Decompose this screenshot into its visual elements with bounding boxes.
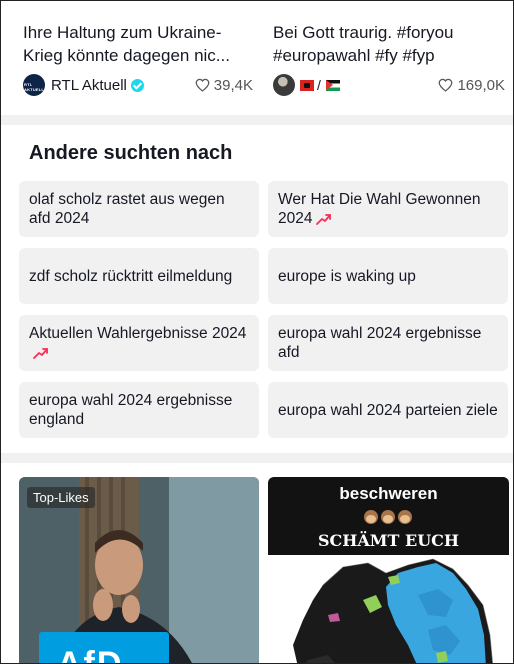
afd-sign-text: AfD	[57, 645, 124, 664]
video-thumbnail[interactable]: beschweren SCHÄMT EUCH	[268, 477, 509, 663]
suggestion-text: europe is waking up	[278, 267, 416, 285]
video-meta: RTL AKTUELL RTL Aktuell 39,4K	[23, 73, 263, 97]
overlay-text-line: SCHÄMT EUCH	[317, 531, 459, 550]
germany-map-image	[293, 558, 493, 663]
search-suggestion[interactable]: Wer Hat Die Wahl Gewonnen 2024	[268, 181, 508, 237]
search-suggestion[interactable]: olaf scholz rastet aus wegen afd 2024	[19, 181, 259, 237]
search-results-panel: Ihre Haltung zum Ukraine-Krieg könnte da…	[0, 0, 514, 664]
author-name[interactable]: RTL Aktuell	[51, 77, 127, 94]
section-divider	[1, 453, 513, 463]
video-meta: / 169,0K	[273, 73, 513, 97]
like-count-text: 39,4K	[213, 76, 253, 94]
search-suggestion[interactable]: europa wahl 2024 ergebnisse afd	[268, 315, 508, 371]
author-separator: /	[317, 77, 321, 93]
avatar[interactable]: RTL AKTUELL	[23, 74, 45, 96]
verified-badge-icon	[130, 78, 144, 92]
suggestion-content: Aktuellen Wahlergebnisse 2024	[29, 324, 249, 362]
search-suggestion[interactable]: europe is waking up	[268, 248, 508, 304]
like-count: 39,4K	[195, 77, 253, 94]
albania-flag-icon	[300, 79, 314, 91]
like-count-text: 169,0K	[457, 76, 505, 94]
top-likes-badge: Top-Likes	[27, 487, 95, 508]
heart-outline-icon	[439, 78, 453, 92]
monkey-emoji-icon	[364, 510, 412, 524]
suggestion-text: europa wahl 2024 parteien ziele	[278, 401, 498, 419]
trending-arrow-icon	[316, 214, 332, 225]
suggestion-text: Wer Hat Die Wahl Gewonnen 2024	[278, 191, 481, 227]
suggestion-text: olaf scholz rastet aus wegen afd 2024	[29, 191, 225, 227]
suggestion-text: europa wahl 2024 ergebnisse afd	[278, 325, 482, 361]
video-caption: Ihre Haltung zum Ukraine-Krieg könnte da…	[23, 23, 230, 65]
video-caption: Bei Gott traurig. #foryou #europawahl #f…	[273, 23, 454, 65]
video-thumbnail[interactable]: Top-Likes AfD	[19, 477, 259, 664]
suggestion-text: Aktuellen Wahlergebnisse 2024	[29, 325, 247, 342]
search-suggestion[interactable]: zdf scholz rücktritt eilmeldung	[19, 248, 259, 304]
suggestion-text: europa wahl 2024 ergebnisse england	[29, 392, 233, 428]
avatar[interactable]	[273, 74, 295, 96]
trending-arrow-icon	[33, 348, 48, 359]
video-card-rtl[interactable]: Ihre Haltung zum Ukraine-Krieg könnte da…	[23, 1, 263, 96]
avatar-logo-text: RTL AKTUELL	[24, 82, 45, 92]
overlay-text-line: beschweren	[339, 484, 438, 503]
search-suggestion[interactable]: europa wahl 2024 parteien ziele	[268, 382, 508, 438]
search-suggestion[interactable]: Aktuellen Wahlergebnisse 2024	[19, 315, 259, 371]
section-divider	[1, 115, 513, 125]
search-suggestion[interactable]: europa wahl 2024 ergebnisse england	[19, 382, 259, 438]
heart-outline-icon	[195, 78, 210, 92]
like-count: 169,0K	[438, 77, 505, 94]
suggestion-text: zdf scholz rücktritt eilmeldung	[29, 267, 233, 285]
suggestion-content: Wer Hat Die Wahl Gewonnen 2024	[278, 190, 498, 228]
palestine-flag-icon	[325, 79, 340, 91]
video-card-user[interactable]: Bei Gott traurig. #foryou #europawahl #f…	[273, 1, 513, 96]
section-title: Andere suchten nach	[29, 142, 233, 164]
